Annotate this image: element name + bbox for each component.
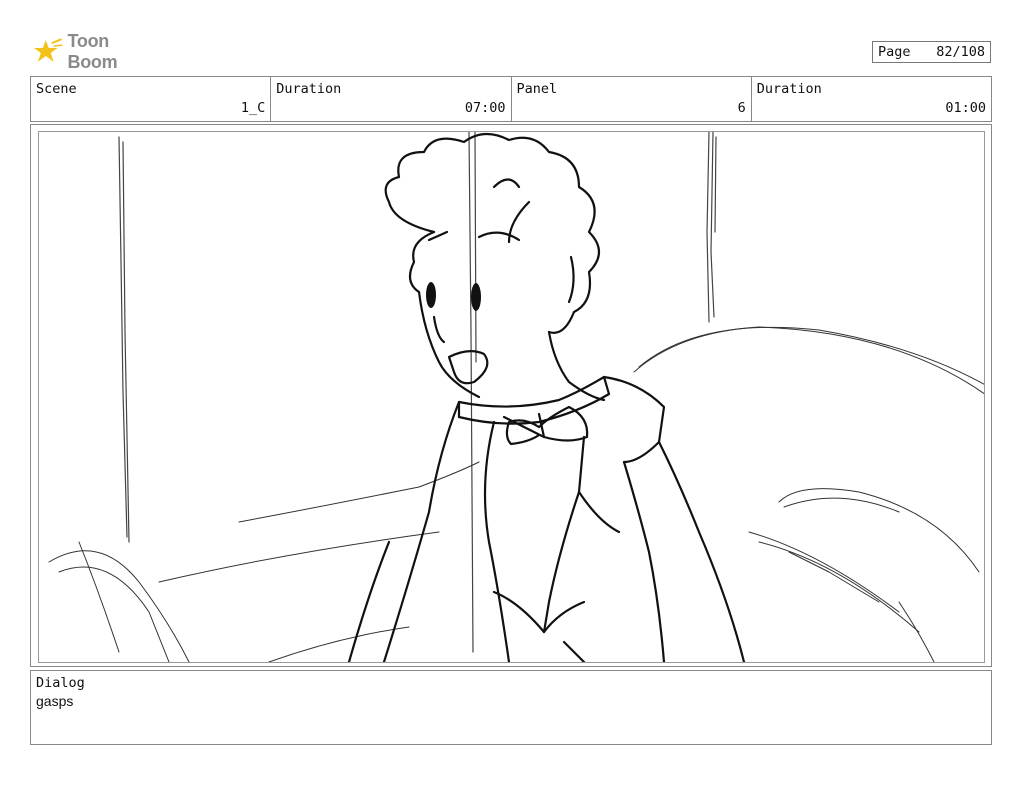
panel-duration-value: 01:00 — [945, 100, 986, 116]
panel-info-row: Scene 1_C Duration 07:00 Panel 6 Duratio… — [30, 76, 992, 122]
scene-label: Scene — [36, 81, 77, 97]
storyboard-drawing — [38, 131, 985, 663]
toon-boom-logo: Toon Boom — [32, 31, 162, 72]
toon-boom-star-icon — [33, 38, 63, 62]
scene-duration-label: Duration — [276, 81, 342, 97]
panel-cell: Panel 6 — [512, 77, 752, 121]
scene-duration-cell: Duration 07:00 — [271, 77, 512, 121]
panel-duration-label: Duration — [756, 81, 822, 97]
page-label: Page — [878, 44, 911, 60]
panel-label: Panel — [516, 81, 558, 97]
page-indicator: Page 82/108 — [872, 41, 991, 63]
scene-value: 1_C — [240, 100, 266, 116]
panel-value: 6 — [737, 100, 746, 116]
dialog-label: Dialog — [36, 675, 85, 691]
scene-cell: Scene 1_C — [31, 77, 272, 121]
scene-duration-value: 07:00 — [464, 100, 506, 116]
panel-duration-cell: Duration 01:00 — [752, 77, 991, 121]
page-number: 82/108 — [936, 44, 985, 60]
logo-text: Toon Boom — [67, 31, 118, 72]
dialog-box: Dialog gasps — [30, 670, 992, 745]
dialog-text: gasps — [36, 693, 74, 709]
